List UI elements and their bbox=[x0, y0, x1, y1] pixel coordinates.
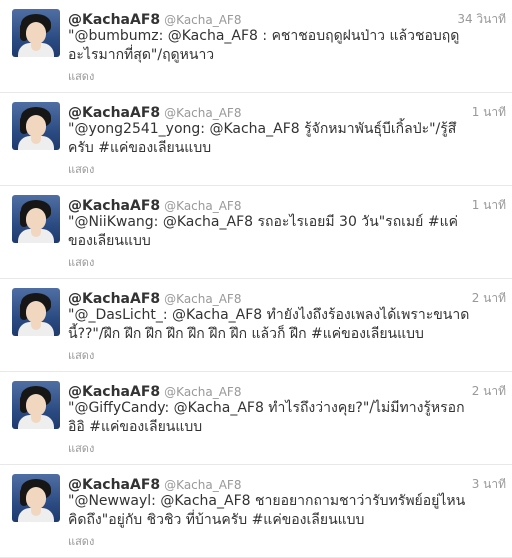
tweet-header: @KachaAF8 @Kacha_AF8 bbox=[68, 474, 506, 493]
tweet-text: "@Newwayl: @Kacha_AF8 ชายอยากถามชาว่ารับ… bbox=[68, 493, 466, 528]
avatar[interactable] bbox=[12, 474, 60, 522]
expand-link[interactable]: แสดง bbox=[68, 67, 94, 85]
display-name[interactable]: @KachaAF8 bbox=[68, 105, 160, 121]
display-name[interactable]: @KachaAF8 bbox=[68, 12, 160, 28]
tweet-header: @KachaAF8 @Kacha_AF8 bbox=[68, 9, 506, 28]
timestamp[interactable]: 3 นาที bbox=[472, 475, 506, 494]
username[interactable]: @Kacha_AF8 bbox=[164, 385, 241, 399]
username[interactable]: @Kacha_AF8 bbox=[164, 106, 241, 120]
tweet-header: @KachaAF8 @Kacha_AF8 bbox=[68, 102, 506, 121]
tweet-header: @KachaAF8 @Kacha_AF8 bbox=[68, 381, 506, 400]
expand-link[interactable]: แสดง bbox=[68, 160, 94, 178]
tweet-item[interactable]: @KachaAF8 @Kacha_AF8 2 นาที "@_DasLicht_:… bbox=[0, 279, 512, 372]
tweet-text: "@NiiKwang: @Kacha_AF8 รถอะไรเอยมี 30 วั… bbox=[68, 214, 458, 249]
display-name[interactable]: @KachaAF8 bbox=[68, 198, 160, 214]
timestamp[interactable]: 1 นาที bbox=[472, 196, 506, 215]
username[interactable]: @Kacha_AF8 bbox=[164, 199, 241, 213]
expand-link[interactable]: แสดง bbox=[68, 532, 94, 550]
tweet-item[interactable]: @KachaAF8 @Kacha_AF8 3 นาที "@Newwayl: @K… bbox=[0, 465, 512, 558]
tweet-item[interactable]: @KachaAF8 @Kacha_AF8 1 นาที "@yong2541_yo… bbox=[0, 93, 512, 186]
tweet-text: "@yong2541_yong: @Kacha_AF8 รู้จักหมาพัน… bbox=[68, 121, 457, 156]
tweet-item[interactable]: @KachaAF8 @Kacha_AF8 1 นาที "@NiiKwang: @… bbox=[0, 186, 512, 279]
tweet-text: "@bumbumz: @Kacha_AF8 : คชาชอบฤดูฝนป่าว … bbox=[68, 28, 460, 63]
tweet-text: "@GiffyCandy: @Kacha_AF8 ทำไรถึงว่างคุย?… bbox=[68, 400, 465, 435]
timestamp[interactable]: 2 นาที bbox=[472, 382, 506, 401]
avatar[interactable] bbox=[12, 288, 60, 336]
expand-link[interactable]: แสดง bbox=[68, 253, 94, 271]
expand-link[interactable]: แสดง bbox=[68, 439, 94, 457]
timestamp[interactable]: 1 นาที bbox=[472, 103, 506, 122]
tweet-text: "@_DasLicht_: @Kacha_AF8 ทำยังไงถึงร้องเ… bbox=[68, 307, 470, 342]
username[interactable]: @Kacha_AF8 bbox=[164, 292, 241, 306]
username[interactable]: @Kacha_AF8 bbox=[164, 13, 241, 27]
tweet-timeline: @KachaAF8 @Kacha_AF8 34 วินาที "@bumbumz:… bbox=[0, 0, 512, 558]
avatar[interactable] bbox=[12, 195, 60, 243]
avatar[interactable] bbox=[12, 102, 60, 150]
timestamp[interactable]: 2 นาที bbox=[472, 289, 506, 308]
tweet-header: @KachaAF8 @Kacha_AF8 bbox=[68, 195, 506, 214]
tweet-header: @KachaAF8 @Kacha_AF8 bbox=[68, 288, 506, 307]
avatar[interactable] bbox=[12, 9, 60, 57]
avatar[interactable] bbox=[12, 381, 60, 429]
display-name[interactable]: @KachaAF8 bbox=[68, 477, 160, 493]
expand-link[interactable]: แสดง bbox=[68, 346, 94, 364]
display-name[interactable]: @KachaAF8 bbox=[68, 291, 160, 307]
username[interactable]: @Kacha_AF8 bbox=[164, 478, 241, 492]
tweet-item[interactable]: @KachaAF8 @Kacha_AF8 34 วินาที "@bumbumz:… bbox=[0, 0, 512, 93]
tweet-item[interactable]: @KachaAF8 @Kacha_AF8 2 นาที "@GiffyCandy:… bbox=[0, 372, 512, 465]
display-name[interactable]: @KachaAF8 bbox=[68, 384, 160, 400]
